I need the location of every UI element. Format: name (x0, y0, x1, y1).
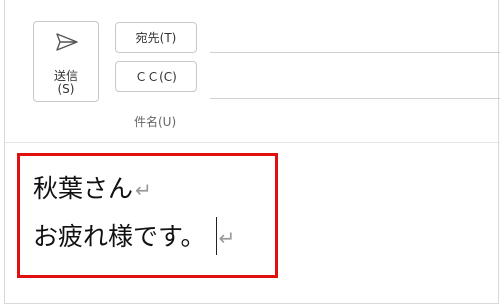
send-button[interactable]: 送信 (S) (33, 21, 99, 102)
to-field[interactable] (210, 52, 500, 53)
mail-compose-window: 送信 (S) 宛先(T) ＣＣ(C) 件名(U) 秋葉さん ↵ お疲れ様です。 ↵ (4, 0, 500, 304)
cc-field[interactable] (210, 98, 500, 99)
body-line-1-text: 秋葉さん (33, 174, 134, 203)
return-mark-icon: ↵ (135, 178, 152, 202)
compose-header: 送信 (S) 宛先(T) ＣＣ(C) 件名(U) (5, 0, 500, 143)
message-body-highlight[interactable]: 秋葉さん ↵ お疲れ様です。 ↵ (17, 153, 278, 278)
body-line-2-text: お疲れ様です。 (33, 222, 206, 251)
send-icon (56, 33, 78, 51)
to-button[interactable]: 宛先(T) (115, 22, 197, 53)
body-line-2: お疲れ様です。 ↵ (33, 217, 235, 255)
cc-button[interactable]: ＣＣ(C) (115, 61, 197, 92)
text-cursor (215, 217, 217, 255)
send-shortcut-label: (S) (57, 82, 75, 96)
return-mark-icon: ↵ (218, 226, 236, 250)
body-line-1: 秋葉さん ↵ (33, 169, 152, 205)
subject-label: 件名(U) (134, 115, 177, 129)
